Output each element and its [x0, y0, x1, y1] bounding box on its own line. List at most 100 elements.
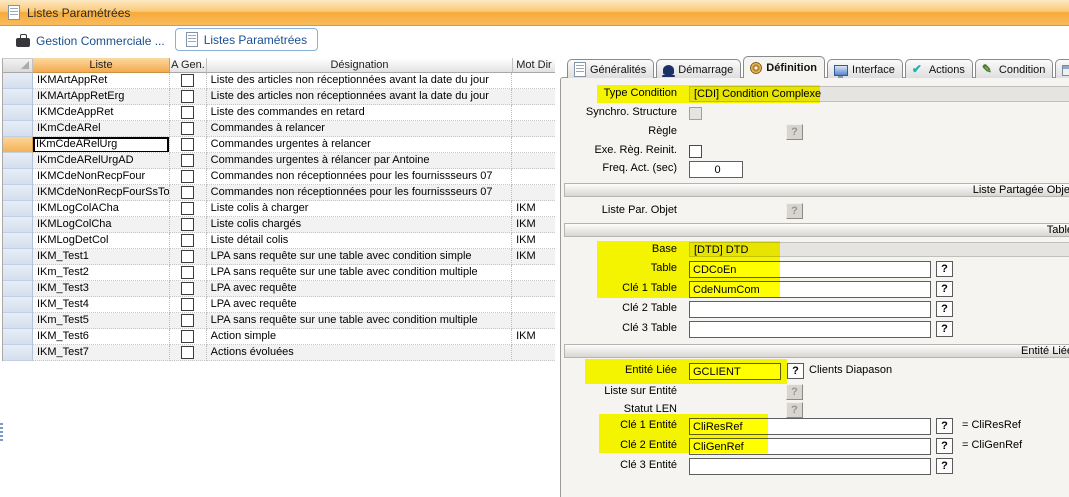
a-gen-checkbox[interactable]: [181, 122, 194, 135]
a-gen-checkbox[interactable]: [181, 234, 194, 247]
cle1-entite-input[interactable]: [689, 418, 931, 435]
row-header-cell[interactable]: [3, 89, 33, 105]
cell-mot-dir[interactable]: [512, 121, 555, 137]
cell-mot-dir[interactable]: [512, 73, 555, 89]
cell-a-gen[interactable]: [170, 249, 207, 265]
cell-designation[interactable]: Liste colis chargés: [207, 217, 512, 233]
cell-a-gen[interactable]: [170, 73, 207, 89]
selected-cell-box[interactable]: IKmCdeARelUrg: [33, 137, 169, 153]
cell-designation[interactable]: LPA avec requête: [207, 297, 512, 313]
cell-a-gen[interactable]: [170, 217, 207, 233]
a-gen-checkbox[interactable]: [181, 298, 194, 311]
cell-mot-dir[interactable]: [512, 185, 555, 201]
cell-designation[interactable]: LPA sans requête sur une table avec cond…: [207, 249, 512, 265]
base-value[interactable]: [DTD] DTD: [689, 242, 1069, 257]
row-header-cell[interactable]: [3, 185, 33, 201]
cell-mot-dir[interactable]: [512, 281, 555, 297]
cell-designation[interactable]: Liste des commandes en retard: [207, 105, 512, 121]
cell-a-gen[interactable]: [170, 297, 207, 313]
cell-mot-dir[interactable]: [512, 169, 555, 185]
row-header-cell[interactable]: [3, 217, 33, 233]
cell-a-gen[interactable]: [170, 233, 207, 249]
regle-help-button[interactable]: ?: [786, 124, 803, 140]
cell-mot-dir[interactable]: [512, 89, 555, 105]
table-row[interactable]: IKM_Test3LPA avec requête: [3, 281, 555, 297]
cle3-table-help-button[interactable]: ?: [936, 321, 953, 337]
table-row[interactable]: IKMCdeNonRecpFourSsTotCommandes non réce…: [3, 185, 555, 201]
table-row[interactable]: IKmCdeARelCommandes à relancer: [3, 121, 555, 137]
cell-liste[interactable]: IKM_Test6: [33, 329, 170, 345]
table-row[interactable]: IKMLogDetColListe détail colisIKM: [3, 233, 555, 249]
row-header-cell[interactable]: [3, 281, 33, 297]
a-gen-checkbox[interactable]: [181, 330, 194, 343]
cle3-table-input[interactable]: [689, 321, 931, 338]
cell-designation[interactable]: Actions évoluées: [207, 345, 512, 361]
cell-liste[interactable]: IKMLogDetCol: [33, 233, 170, 249]
cell-liste[interactable]: IKmCdeARelUrg: [33, 137, 170, 153]
cell-liste[interactable]: IKMCdeNonRecpFour: [33, 169, 170, 185]
detail-tab-interface[interactable]: Interface: [827, 59, 903, 78]
a-gen-checkbox[interactable]: [181, 202, 194, 215]
cell-mot-dir[interactable]: [512, 137, 555, 153]
cell-a-gen[interactable]: [170, 121, 207, 137]
cle3-entite-help-button[interactable]: ?: [936, 458, 953, 474]
cell-mot-dir[interactable]: [512, 153, 555, 169]
table-row[interactable]: IKMArtAppRetErgListe des articles non ré…: [3, 89, 555, 105]
cell-designation[interactable]: LPA sans requête sur une table avec cond…: [207, 313, 512, 329]
splitter-grip[interactable]: [0, 423, 3, 443]
cell-a-gen[interactable]: [170, 345, 207, 361]
column-header-mot-dir[interactable]: Mot Dir: [513, 58, 555, 73]
table-input[interactable]: [689, 261, 931, 278]
table-row[interactable]: IKMArtAppRetListe des articles non récep…: [3, 73, 555, 89]
type-condition-value[interactable]: [CDI] Condition Complexe: [689, 86, 1069, 102]
row-header-cell[interactable]: [3, 233, 33, 249]
cell-liste[interactable]: IKMArtAppRetErg: [33, 89, 170, 105]
cell-liste[interactable]: IKmCdeARelUrgAD: [33, 153, 170, 169]
row-header-cell[interactable]: [3, 121, 33, 137]
cell-mot-dir[interactable]: [512, 265, 555, 281]
row-header-cell[interactable]: [3, 345, 33, 361]
detail-tab-généralités[interactable]: Généralités: [567, 59, 654, 78]
cell-a-gen[interactable]: [170, 153, 207, 169]
cell-a-gen[interactable]: [170, 185, 207, 201]
entite-liee-input[interactable]: [689, 363, 781, 380]
window-tab[interactable]: Listes Paramétrées: [175, 28, 318, 51]
cell-mot-dir[interactable]: IKM: [512, 217, 555, 233]
cell-a-gen[interactable]: [170, 265, 207, 281]
cell-a-gen[interactable]: [170, 137, 207, 153]
detail-tab-démarrage[interactable]: Démarrage: [656, 59, 741, 78]
cle1-entite-help-button[interactable]: ?: [936, 418, 953, 434]
cle2-entite-input[interactable]: [689, 438, 931, 455]
table-row[interactable]: IKMCdeAppRet Liste des commandes en retar…: [3, 105, 555, 121]
a-gen-checkbox[interactable]: [181, 250, 194, 263]
a-gen-checkbox[interactable]: [181, 138, 194, 151]
cell-liste[interactable]: IKMCdeAppRet: [33, 105, 170, 121]
cell-mot-dir[interactable]: IKM: [512, 249, 555, 265]
row-header-cell[interactable]: [3, 105, 33, 121]
cell-a-gen[interactable]: [170, 169, 207, 185]
cell-designation[interactable]: Liste colis à charger: [207, 201, 512, 217]
row-header-cell[interactable]: [3, 265, 33, 281]
table-row[interactable]: IKM_Test4LPA avec requête: [3, 297, 555, 313]
cell-liste[interactable]: IKm_Test5: [33, 313, 170, 329]
cell-designation[interactable]: Liste détail colis: [207, 233, 512, 249]
cell-liste[interactable]: IKm_Test2: [33, 265, 170, 281]
a-gen-checkbox[interactable]: [181, 314, 194, 327]
cell-liste[interactable]: IKM_Test7: [33, 345, 170, 361]
cell-liste[interactable]: IKmCdeARel: [33, 121, 170, 137]
cell-designation[interactable]: Commandes urgentes à rélancer par Antoin…: [207, 153, 512, 169]
cell-a-gen[interactable]: [170, 329, 207, 345]
cell-a-gen[interactable]: [170, 89, 207, 105]
cle1-table-input[interactable]: [689, 281, 931, 298]
table-row[interactable]: IKM_Test7 Actions évoluées: [3, 345, 555, 361]
cell-designation[interactable]: LPA sans requête sur une table avec cond…: [207, 265, 512, 281]
cell-designation[interactable]: LPA avec requête: [207, 281, 512, 297]
a-gen-checkbox[interactable]: [181, 74, 194, 87]
cell-mot-dir[interactable]: [512, 297, 555, 313]
liste-par-objet-help-button[interactable]: ?: [786, 203, 803, 219]
exe-reg-reinit-checkbox[interactable]: [689, 145, 702, 158]
table-row[interactable]: IKm_Test2 LPA sans requête sur une table …: [3, 265, 555, 281]
cell-a-gen[interactable]: [170, 105, 207, 121]
a-gen-checkbox[interactable]: [181, 154, 194, 167]
statut-len-help-button[interactable]: ?: [786, 402, 803, 418]
